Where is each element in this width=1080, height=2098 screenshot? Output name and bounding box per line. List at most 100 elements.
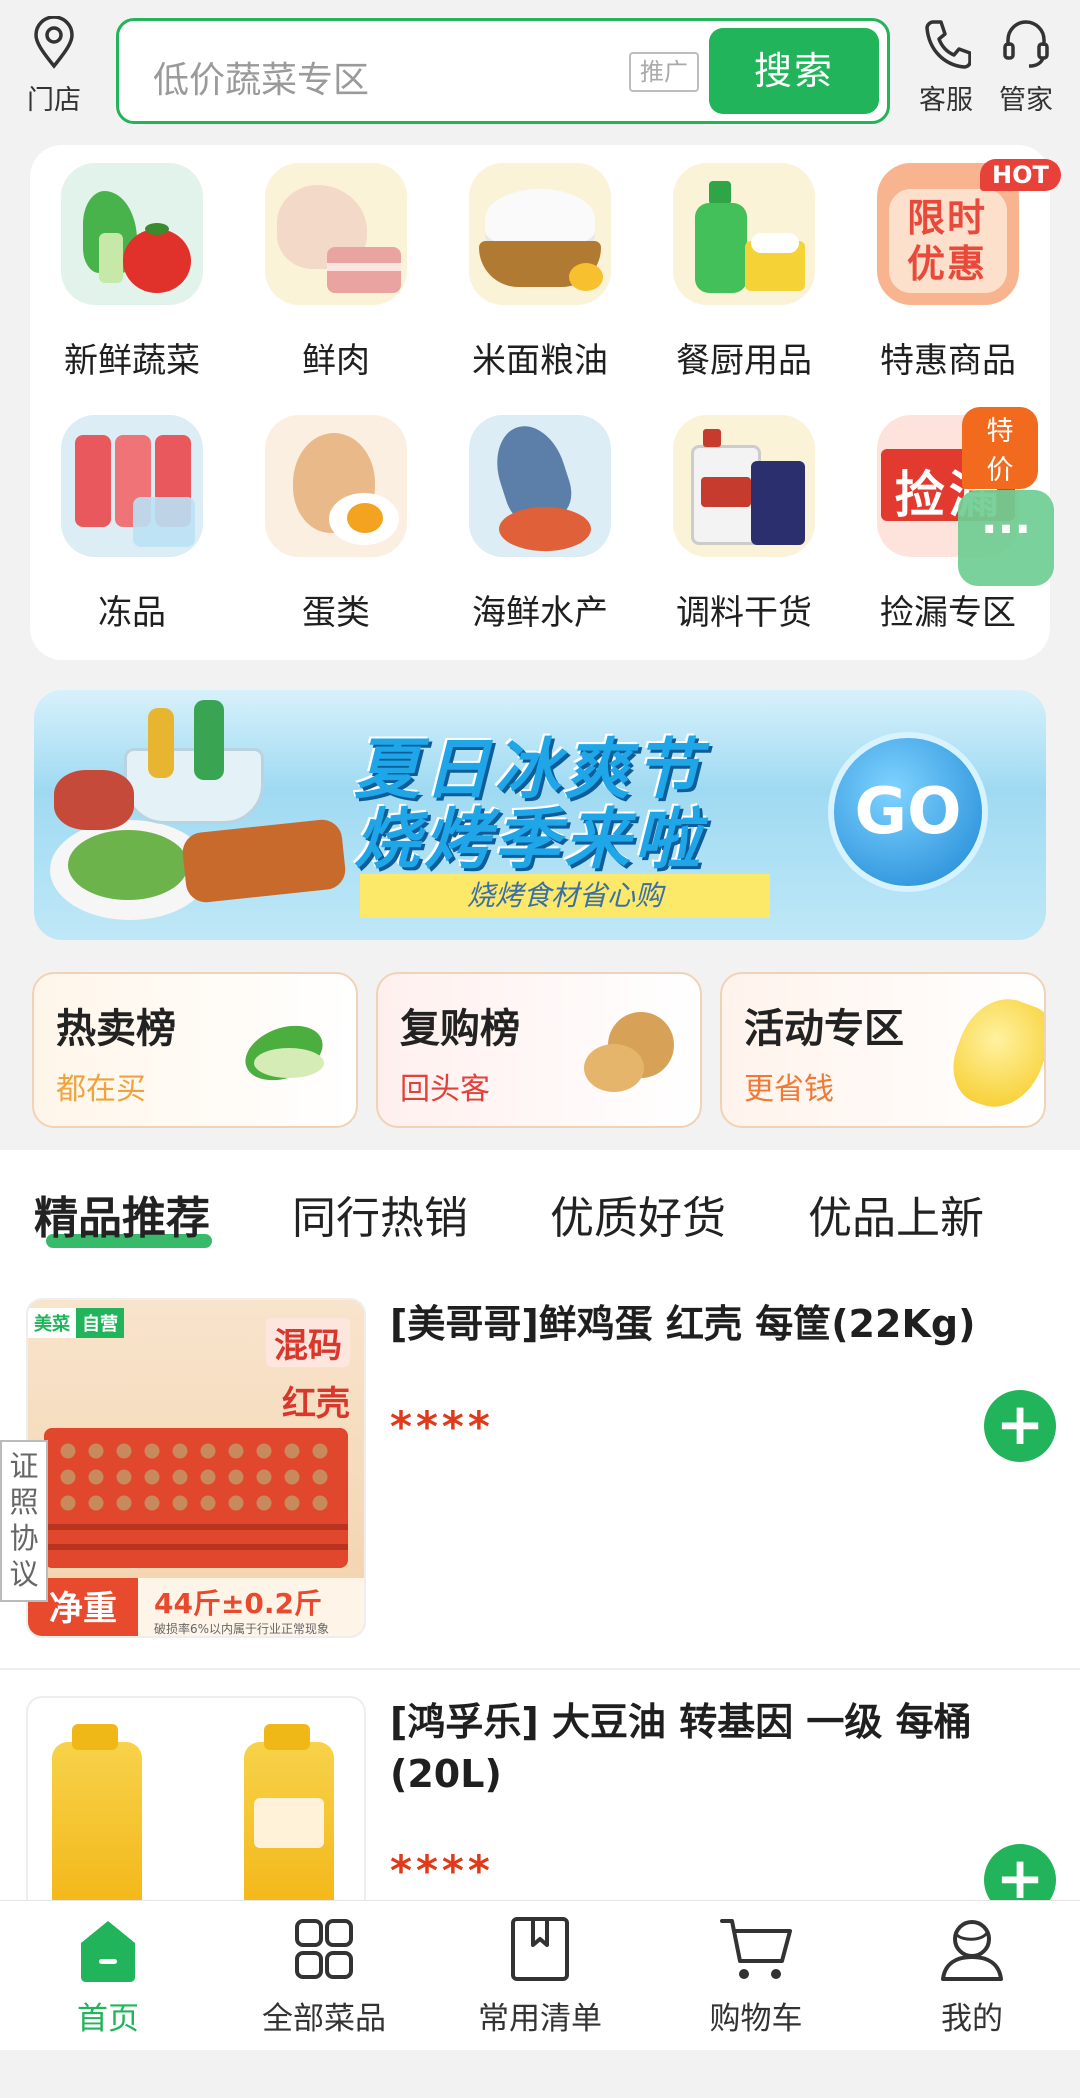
seasoning-icon bbox=[673, 415, 815, 557]
tab-new-arrivals[interactable]: 优品上新 bbox=[808, 1182, 984, 1246]
category-label: 鲜肉 bbox=[302, 341, 370, 381]
tab-quality-goods[interactable]: 优质好货 bbox=[550, 1182, 726, 1246]
rank-title: 复购榜 bbox=[400, 1006, 520, 1052]
category-rice[interactable]: 米面粮油 bbox=[450, 163, 630, 382]
oil-drop-icon bbox=[941, 986, 1044, 1120]
cart-icon bbox=[720, 1919, 792, 1979]
nav-label: 常用清单 bbox=[478, 2001, 602, 2037]
special-offer-image-text: 限时优惠 bbox=[906, 196, 987, 286]
category-label: 餐厨用品 bbox=[676, 341, 812, 381]
category-vegetables[interactable]: 新鲜蔬菜 bbox=[42, 163, 222, 382]
category-kitchen-supplies[interactable]: 餐厨用品 bbox=[654, 163, 834, 382]
search-bar[interactable]: 低价蔬菜专区 推广 搜索 bbox=[116, 18, 890, 124]
product-price: **** bbox=[390, 1402, 494, 1451]
category-label: 特惠商品 bbox=[880, 341, 1016, 381]
tab-featured[interactable]: 精品推荐 bbox=[34, 1182, 210, 1246]
location-pin-icon bbox=[34, 16, 74, 69]
plus-icon: + bbox=[995, 1390, 1045, 1458]
bbq-illustration bbox=[34, 690, 348, 940]
nav-all-products[interactable]: 全部菜品 bbox=[224, 1915, 424, 2038]
nav-frequent-list[interactable]: 常用清单 bbox=[440, 1915, 640, 2038]
meat-icon bbox=[265, 163, 407, 305]
banner-subtitle: 烧烤食材省心购 bbox=[360, 874, 770, 918]
vegetables-icon bbox=[61, 163, 203, 305]
rank-subtitle: 更省钱 bbox=[744, 1072, 834, 1107]
product-card[interactable]: [鸿孚乐] 大豆油 转基因 一级 每桶(20L) **** + bbox=[0, 1696, 1080, 2036]
banner-title-line2: 烧烤季来啦 bbox=[354, 801, 704, 878]
category-egg[interactable]: 蛋类 bbox=[246, 415, 426, 634]
nav-home[interactable]: 首页 bbox=[8, 1915, 208, 2038]
product-price: **** bbox=[390, 1846, 494, 1895]
bok-choy-icon bbox=[234, 1008, 344, 1098]
rank-subtitle: 都在买 bbox=[56, 1072, 146, 1107]
seafood-icon bbox=[469, 415, 611, 557]
category-label: 调料干货 bbox=[676, 593, 812, 633]
potato-icon bbox=[578, 1004, 688, 1104]
nav-label: 我的 bbox=[941, 2001, 1003, 2037]
divider bbox=[0, 1668, 1080, 1670]
nav-profile[interactable]: 我的 bbox=[872, 1915, 1072, 2038]
category-label: 捡漏专区 bbox=[880, 593, 1016, 633]
rank-title: 热卖榜 bbox=[56, 1006, 176, 1052]
home-icon bbox=[81, 1921, 135, 1982]
grid-icon bbox=[295, 1919, 353, 1979]
red-shell-text: 红壳 bbox=[282, 1384, 350, 1424]
service-label: 客服 bbox=[919, 85, 973, 116]
floating-more-button[interactable]: ··· bbox=[958, 490, 1054, 586]
product-name[interactable]: [美哥哥]鲜鸡蛋 红壳 每筐(22Kg) bbox=[390, 1298, 1060, 1350]
recommend-section: 精品推荐 同行热销 优质好货 优品上新 美菜 自营 混码 红壳 净重 44斤±0… bbox=[0, 1150, 1080, 2036]
tab-peer-hot-sales[interactable]: 同行热销 bbox=[292, 1182, 468, 1246]
bookmark-icon bbox=[511, 1917, 569, 1981]
category-label: 新鲜蔬菜 bbox=[64, 341, 200, 381]
category-label: 冻品 bbox=[98, 593, 166, 633]
manager-label: 管家 bbox=[999, 85, 1053, 116]
weight-strip: 净重 44斤±0.2斤 破损率6%以内属于行业正常现象 bbox=[28, 1578, 364, 1636]
category-seasoning[interactable]: 调料干货 bbox=[654, 415, 834, 634]
egg-icon bbox=[265, 415, 407, 557]
hot-badge: HOT bbox=[980, 159, 1061, 191]
headset-icon bbox=[1003, 20, 1049, 68]
category-meat[interactable]: 鲜肉 bbox=[246, 163, 426, 382]
category-special-offer[interactable]: 限时优惠 HOT 特惠商品 bbox=[858, 159, 1061, 382]
frozen-food-icon bbox=[61, 415, 203, 557]
nav-label: 全部菜品 bbox=[262, 2001, 386, 2037]
add-to-cart-button[interactable]: + bbox=[984, 1390, 1056, 1462]
phone-icon bbox=[925, 20, 971, 69]
banner-go-button[interactable]: GO bbox=[834, 738, 982, 886]
self-operated-tag: 美菜 自营 bbox=[28, 1308, 124, 1338]
egg-crate bbox=[44, 1428, 348, 1568]
repurchase-ranking-card[interactable]: 复购榜 回头客 bbox=[376, 972, 702, 1128]
store-label: 门店 bbox=[27, 85, 81, 116]
kitchen-supplies-icon bbox=[673, 163, 815, 305]
category-seafood[interactable]: 海鲜水产 bbox=[450, 415, 630, 634]
special-price-badge: 特价 bbox=[962, 407, 1038, 489]
rank-title: 活动专区 bbox=[744, 1006, 904, 1052]
rank-subtitle: 回头客 bbox=[400, 1072, 490, 1107]
promo-banner[interactable]: 夏日冰爽节 烧烤季来啦 烧烤食材省心购 GO bbox=[34, 690, 1046, 940]
nav-label: 首页 bbox=[77, 2001, 139, 2037]
top-bar: 门店 低价蔬菜专区 推广 搜索 客服 管家 bbox=[0, 0, 1080, 142]
category-label: 海鲜水产 bbox=[472, 593, 608, 633]
hot-sales-ranking-card[interactable]: 热卖榜 都在买 bbox=[32, 972, 358, 1128]
category-label: 蛋类 bbox=[302, 593, 370, 633]
user-icon bbox=[941, 1920, 1003, 1981]
customer-service-button[interactable]: 客服 bbox=[900, 16, 992, 117]
category-label: 米面粮油 bbox=[472, 341, 608, 381]
system-gesture-bar bbox=[0, 2050, 1080, 2098]
product-card[interactable]: 美菜 自营 混码 红壳 净重 44斤±0.2斤 破损率6%以内属于行业正常现象 … bbox=[0, 1298, 1080, 1638]
nav-label: 购物车 bbox=[709, 2001, 803, 2037]
activity-zone-card[interactable]: 活动专区 更省钱 bbox=[720, 972, 1046, 1128]
nav-cart[interactable]: 购物车 bbox=[656, 1915, 856, 2038]
product-name[interactable]: [鸿孚乐] 大豆油 转基因 一级 每桶(20L) bbox=[390, 1696, 1060, 1800]
search-button[interactable]: 搜索 bbox=[709, 28, 879, 114]
bottom-navigation: 首页 全部菜品 常用清单 购物车 我的 bbox=[0, 1900, 1080, 2050]
store-button[interactable]: 门店 bbox=[8, 16, 100, 117]
category-frozen-food[interactable]: 冻品 bbox=[42, 415, 222, 634]
search-placeholder[interactable]: 低价蔬菜专区 bbox=[153, 51, 369, 103]
rice-icon bbox=[469, 163, 611, 305]
category-grid: 新鲜蔬菜 鲜肉 米面粮油 餐厨用品 限时优惠 HOT 特惠商品 冻品 蛋类 海鲜… bbox=[30, 145, 1061, 660]
manager-button[interactable]: 管家 bbox=[980, 16, 1072, 117]
product-image[interactable]: 美菜 自营 混码 红壳 净重 44斤±0.2斤 破损率6%以内属于行业正常现象 bbox=[26, 1298, 366, 1638]
license-agreement-tab[interactable]: 证照协议 bbox=[0, 1440, 48, 1602]
ad-tag: 推广 bbox=[629, 52, 699, 92]
